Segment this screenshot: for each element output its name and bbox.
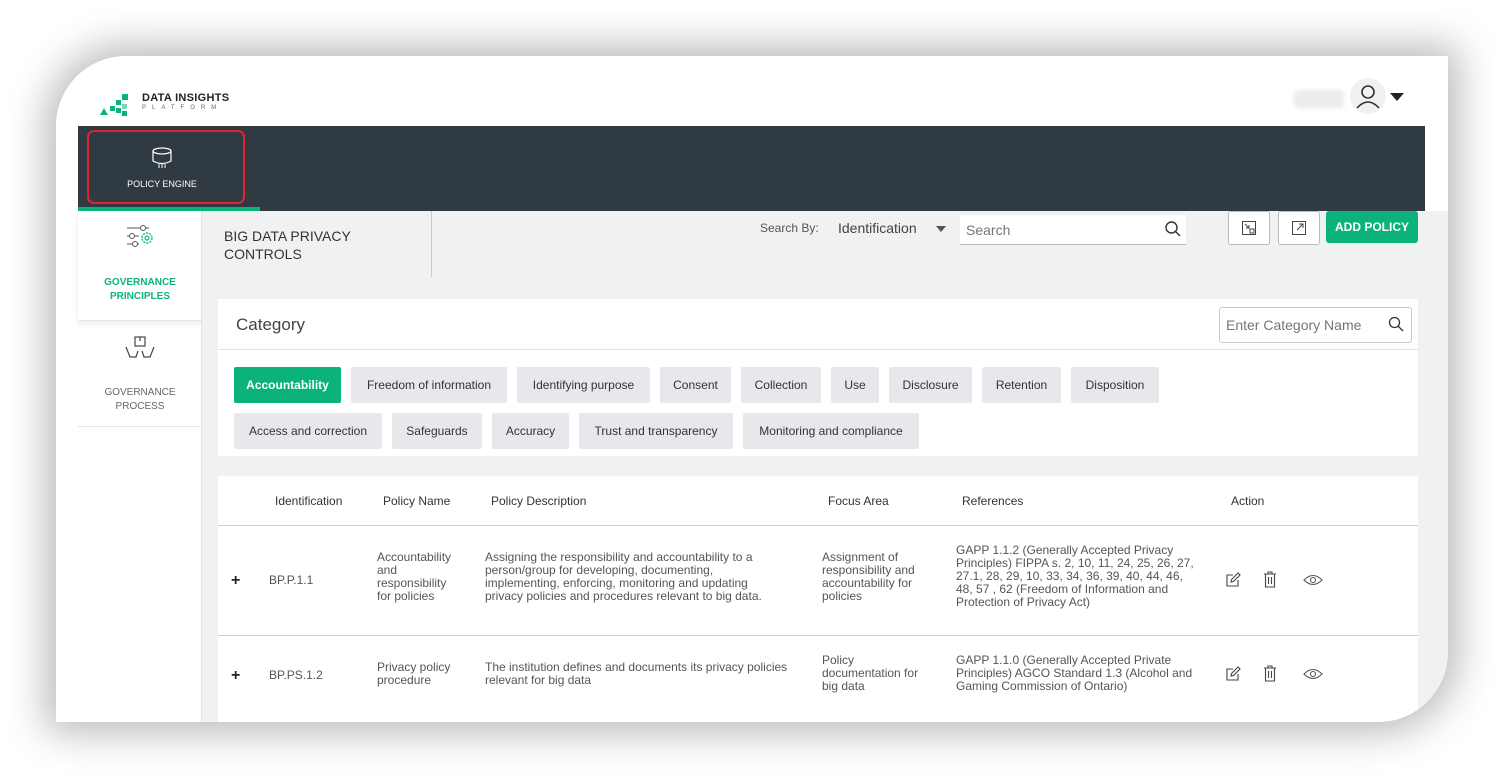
edit-icon[interactable] [1225,572,1241,588]
hands-box-icon [125,336,155,358]
logo-title: DATA INSIGHTS [142,91,230,104]
column-header-focus-area[interactable]: Focus Area [828,494,889,508]
logo-mark-icon [100,86,130,116]
row-references: GAPP 1.1.2 (Generally Accepted Privacy Pr… [956,543,1194,609]
sliders-gear-icon [127,225,153,247]
top-header: DATA INSIGHTS PLATFORM [56,56,1448,126]
expand-view-button[interactable] [1278,211,1320,245]
column-header-action: Action [1231,494,1265,508]
module-nav-bar: POLICY ENGINE [78,126,1425,211]
sidebar-label-line1: GOVERNANCE [104,277,176,288]
title-divider [431,211,432,277]
category-chip[interactable]: Disclosure [889,367,972,403]
category-chip[interactable]: Retention [982,367,1061,403]
view-eye-icon[interactable] [1303,668,1323,680]
expand-row-plus-icon[interactable]: + [231,572,240,590]
page-title: BIG DATA PRIVACY CONTROLS [224,227,351,263]
row-policy-description: The institution defines and documents it… [485,660,788,687]
sidebar-label-line1: GOVERNANCE [104,387,176,398]
category-panel: Category Accountability Freedom of infor… [218,299,1418,456]
category-chip[interactable]: Accountability [234,367,341,403]
sidebar-label-line2: PRINCIPLES [109,291,170,302]
row-identification: BP.PS.1.2 [269,668,323,682]
left-sidebar: GOVERNANCE PRINCIPLES GOVERNANCE PROCESS [78,211,202,722]
screenshot-stage: DATA INSIGHTS PLATFORM POLICY ENGINE GOV… [0,0,1502,777]
policy-table: Identification Policy Name Policy Descri… [218,476,1418,722]
app-logo[interactable]: DATA INSIGHTS PLATFORM [100,86,229,116]
page-title-line2: CONTROLS [224,246,302,262]
row-focus-area: Assignment of responsibility and accountab… [822,550,915,603]
category-chip[interactable]: Identifying purpose [517,367,650,403]
search-icon[interactable] [1164,220,1182,238]
column-header-identification[interactable]: Identification [275,494,342,508]
main-content: BIG DATA PRIVACY CONTROLS Search By: Ide… [202,211,1448,722]
row-divider [218,635,1418,636]
collapse-view-button[interactable] [1228,211,1270,245]
category-chip[interactable]: Access and correction [234,413,382,449]
column-header-references[interactable]: References [962,494,1023,508]
select-caret-icon[interactable] [936,226,946,232]
trash-icon[interactable] [1263,665,1277,682]
search-icon[interactable] [1388,316,1404,332]
expand-icon [1292,221,1306,235]
search-by-label: Search By: [760,221,819,235]
category-chip[interactable]: Consent [660,367,731,403]
user-avatar-icon[interactable] [1350,78,1386,114]
category-chip[interactable]: Collection [741,367,821,403]
collapse-icon [1242,221,1256,235]
column-header-policy-name[interactable]: Policy Name [383,494,450,508]
edit-icon[interactable] [1225,666,1241,682]
category-chip[interactable]: Freedom of information [351,367,507,403]
expand-row-plus-icon[interactable]: + [231,667,240,685]
search-by-select[interactable]: Identification [838,220,917,236]
row-focus-area: Policy documentation for big data [822,653,919,693]
category-chip[interactable]: Disposition [1071,367,1159,403]
row-policy-description: Assigning the responsibility and account… [485,550,762,603]
row-policy-name: Accountability and responsibility for polic… [377,550,452,603]
sidebar-item-governance-principles[interactable]: GOVERNANCE PRINCIPLES [78,211,202,321]
user-menu-caret-icon[interactable] [1390,93,1404,101]
view-eye-icon[interactable] [1303,574,1323,586]
add-policy-button[interactable]: ADD POLICY [1326,211,1418,243]
policy-engine-label: POLICY ENGINE [127,179,197,189]
category-chip[interactable]: Use [831,367,879,403]
database-icon [152,147,172,168]
category-title: Category [236,315,305,334]
policy-engine-tab[interactable]: POLICY ENGINE [78,126,260,211]
category-search-input[interactable] [1219,307,1412,343]
category-chip[interactable]: Trust and transparency [579,413,733,449]
logo-subtitle: PLATFORM [142,104,223,111]
user-name-blurred [1294,90,1344,108]
sidebar-label-line2: PROCESS [115,401,165,412]
category-chip[interactable]: Safeguards [392,413,482,449]
search-input[interactable] [960,215,1186,245]
trash-icon[interactable] [1263,571,1277,588]
row-identification: BP.P.1.1 [269,573,314,587]
column-header-policy-description[interactable]: Policy Description [491,494,586,508]
row-policy-name: Privacy policy procedure [377,660,451,687]
sidebar-item-governance-process[interactable]: GOVERNANCE PROCESS [78,321,202,427]
page-title-line1: BIG DATA PRIVACY [224,228,351,244]
category-header: Category [218,299,1418,350]
app-window: DATA INSIGHTS PLATFORM POLICY ENGINE GOV… [56,56,1448,722]
category-chip[interactable]: Accuracy [492,413,569,449]
header-divider [218,525,1418,526]
category-chip[interactable]: Monitoring and compliance [743,413,919,449]
row-references: GAPP 1.1.0 (Generally Accepted Private Pr… [956,653,1193,693]
